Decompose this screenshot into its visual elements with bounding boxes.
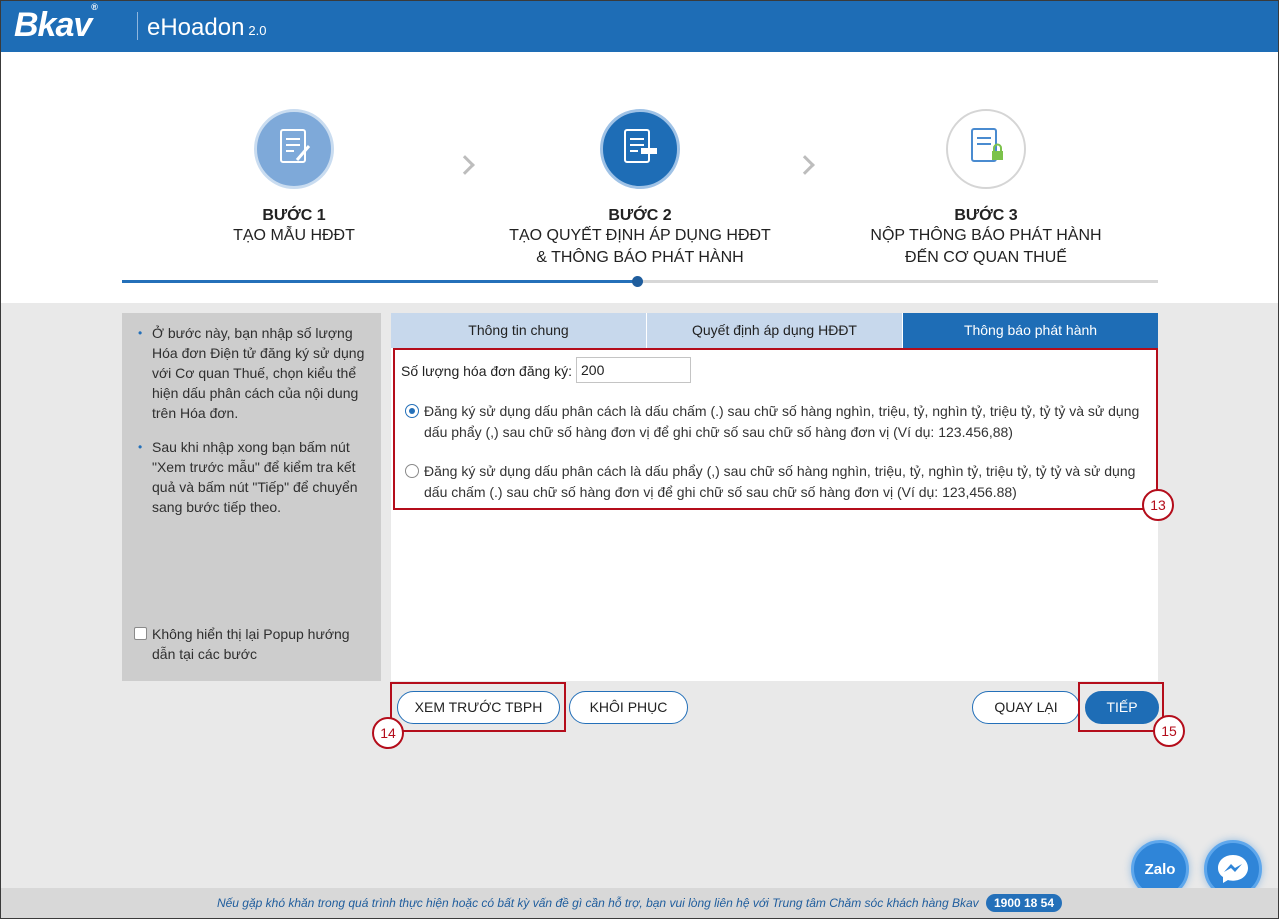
bkav-logo[interactable]: Bkav® (14, 2, 98, 45)
annotation-badge-13: 13 (1142, 489, 1174, 521)
guide-item: Ở bước này, bạn nhập số lượng Hóa đơn Đi… (136, 323, 368, 423)
app-title: eHoadon 2.0 (147, 14, 267, 41)
progress-fill (122, 280, 638, 283)
next-button[interactable]: TIẾP (1085, 691, 1159, 724)
app-header: Bkav® eHoadon 2.0 (0, 0, 1279, 52)
tab-issuance-notice[interactable]: Thông báo phát hành (903, 313, 1158, 348)
tab-bar: Thông tin chung Quyết định áp dụng HĐĐT … (391, 313, 1158, 348)
preview-notice-button[interactable]: XEM TRƯỚC TBPH (397, 691, 560, 724)
zalo-label: Zalo (1144, 861, 1176, 878)
hide-popup-label: Không hiển thị lại Popup hướng dẫn tại c… (152, 626, 350, 662)
annotation-box-13 (393, 348, 1158, 510)
checkbox-box[interactable] (134, 627, 147, 640)
hide-popup-checkbox[interactable]: Không hiển thị lại Popup hướng dẫn tại c… (134, 624, 370, 664)
step-3-label-line2: ĐẾN CƠ QUAN THUẾ (905, 249, 1067, 266)
document-lock-icon (946, 109, 1026, 189)
step-2-number: BƯỚC 2 (608, 207, 672, 224)
wizard-steps: BƯỚC 1 TẠO MẪU HĐĐT BƯỚC 2 TẠO QUYẾT ĐỊN… (0, 52, 1279, 303)
chevron-right-icon (455, 155, 475, 175)
step-1-label: TẠO MẪU HĐĐT (233, 227, 355, 244)
annotation-badge-14: 14 (372, 717, 404, 749)
step-2-label-line1: TẠO QUYẾT ĐỊNH ÁP DỤNG HĐĐT (509, 227, 771, 244)
guide-item: Sau khi nhập xong bạn bấm nút "Xem trước… (136, 437, 368, 517)
chevron-right-icon (795, 155, 815, 175)
support-footer: Nếu gặp khó khăn trong quá trình thực hi… (0, 888, 1279, 919)
back-button[interactable]: QUAY LẠI (972, 691, 1080, 724)
guide-list: Ở bước này, bạn nhập số lượng Hóa đơn Đi… (136, 323, 368, 531)
guide-panel: Ở bước này, bạn nhập số lượng Hóa đơn Đi… (122, 313, 381, 681)
progress-marker (632, 276, 643, 287)
hotline-badge[interactable]: 1900 18 54 (985, 894, 1063, 912)
support-text: Nếu gặp khó khăn trong quá trình thực hi… (216, 896, 979, 910)
document-send-icon (600, 109, 680, 189)
annotation-badge-15: 15 (1153, 715, 1185, 747)
document-edit-icon (254, 109, 334, 189)
step-2-label-line2: & THÔNG BÁO PHÁT HÀNH (536, 249, 744, 266)
tab-general-info[interactable]: Thông tin chung (391, 313, 647, 348)
step-1-number: BƯỚC 1 (262, 207, 326, 224)
logo-divider (137, 12, 138, 40)
restore-button[interactable]: KHÔI PHỤC (569, 691, 688, 724)
step-3-label-line1: NỘP THÔNG BÁO PHÁT HÀNH (870, 227, 1102, 244)
tab-decision[interactable]: Quyết định áp dụng HĐĐT (647, 313, 903, 348)
step-3-number: BƯỚC 3 (954, 207, 1018, 224)
